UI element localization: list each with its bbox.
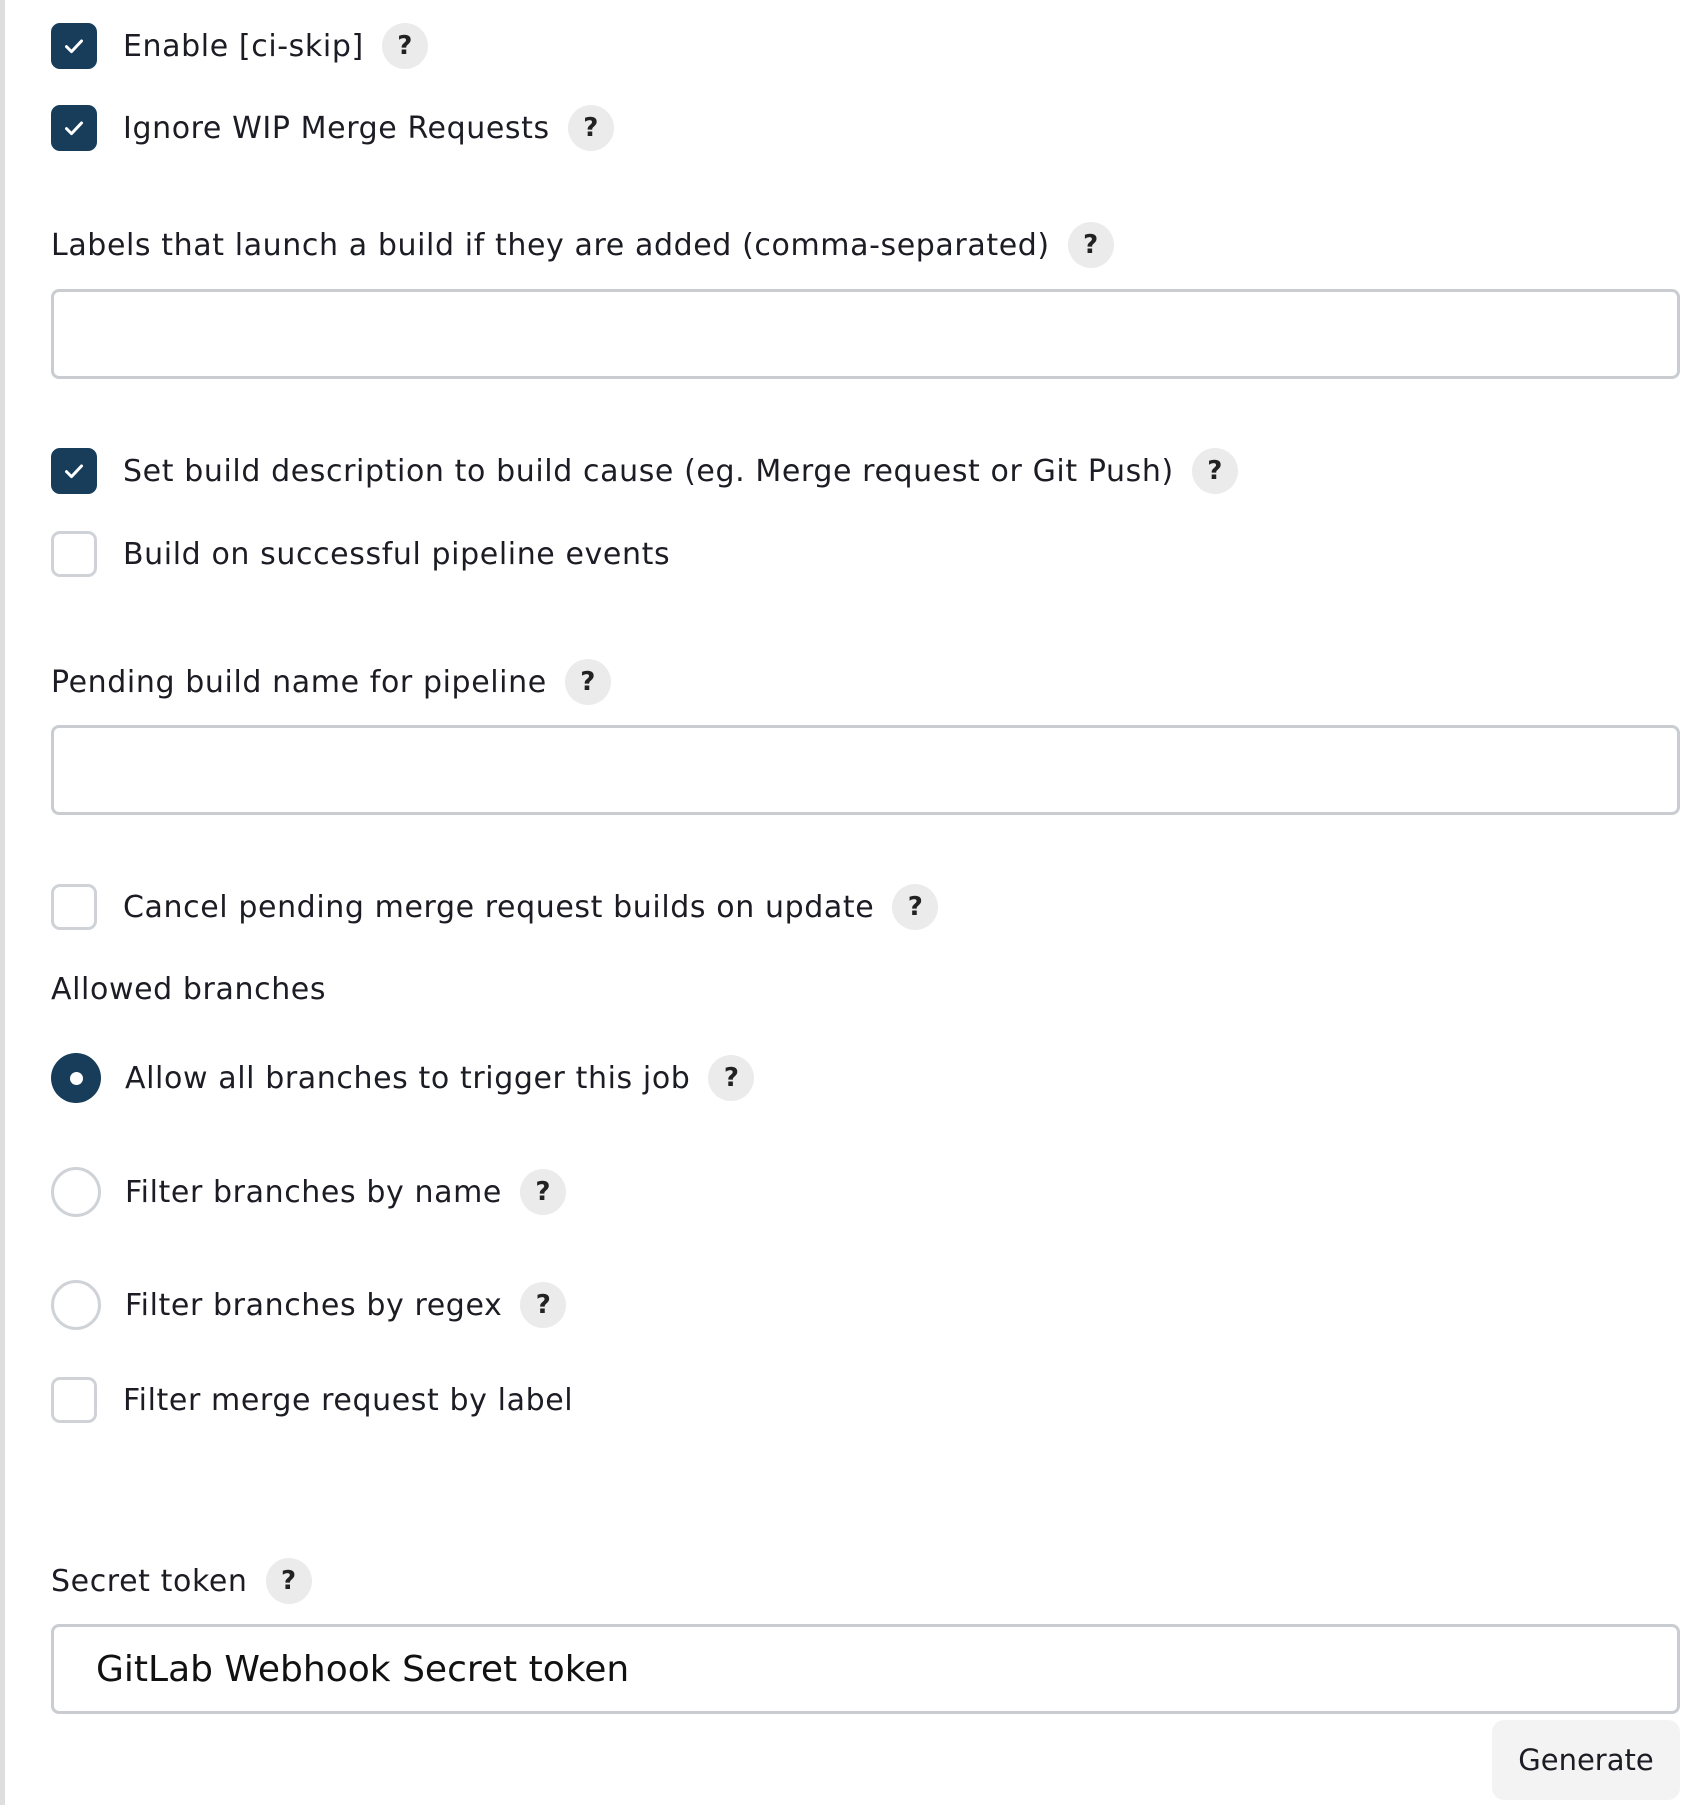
- set-description-checkbox[interactable]: [51, 448, 97, 494]
- pending-build-field-label: Pending build name for pipeline ?: [51, 659, 611, 705]
- left-divider: [0, 0, 5, 1805]
- filter-by-name-help-icon[interactable]: ?: [519, 1169, 566, 1215]
- secret-token-field-label: Secret token ?: [51, 1558, 312, 1604]
- cancel-pending-label: Cancel pending merge request builds on u…: [123, 889, 875, 925]
- labels-field-label: Labels that launch a build if they are a…: [51, 222, 1114, 268]
- branch-option-all: Allow all branches to trigger this job ?: [51, 1053, 755, 1103]
- ignore-wip-label: Ignore WIP Merge Requests: [123, 110, 550, 146]
- secret-token-help-icon[interactable]: ?: [265, 1558, 312, 1604]
- filter-by-label-label: Filter merge request by label: [123, 1382, 574, 1418]
- filter-by-label-option: Filter merge request by label: [51, 1377, 573, 1423]
- checkmark-icon: [65, 121, 83, 136]
- labels-label-text: Labels that launch a build if they are a…: [51, 227, 1050, 263]
- filter-by-name-radio[interactable]: [51, 1167, 101, 1217]
- labels-help-icon[interactable]: ?: [1067, 222, 1114, 268]
- allow-all-branches-help-icon[interactable]: ?: [708, 1055, 755, 1101]
- ci-skip-checkbox[interactable]: [51, 23, 97, 69]
- pending-build-input[interactable]: [51, 725, 1680, 815]
- filter-by-regex-help-icon[interactable]: ?: [520, 1282, 567, 1328]
- filter-by-regex-radio[interactable]: [51, 1280, 101, 1330]
- ignore-wip-help-icon[interactable]: ?: [567, 105, 614, 151]
- allow-all-branches-label: Allow all branches to trigger this job: [125, 1060, 691, 1096]
- checkmark-icon: [65, 39, 83, 54]
- allowed-branches-heading: Allowed branches: [51, 972, 326, 1007]
- ci-skip-option: Enable [ci-skip] ?: [51, 23, 428, 69]
- filter-by-name-label: Filter branches by name: [125, 1174, 502, 1210]
- set-description-label: Set build description to build cause (eg…: [123, 453, 1174, 489]
- allow-all-branches-radio[interactable]: [51, 1053, 101, 1103]
- cancel-pending-option: Cancel pending merge request builds on u…: [51, 884, 939, 930]
- branch-option-name: Filter branches by name ?: [51, 1167, 566, 1217]
- pending-build-label-text: Pending build name for pipeline: [51, 664, 547, 700]
- allowed-branches-title: Allowed branches: [51, 972, 327, 1007]
- pipeline-events-option: Build on successful pipeline events: [51, 531, 670, 577]
- ignore-wip-option: Ignore WIP Merge Requests ?: [51, 105, 614, 151]
- pending-build-help-icon[interactable]: ?: [564, 659, 611, 705]
- set-description-option: Set build description to build cause (eg…: [51, 448, 1238, 494]
- filter-by-regex-label: Filter branches by regex: [125, 1287, 503, 1323]
- checkmark-icon: [65, 464, 83, 479]
- ci-skip-label: Enable [ci-skip]: [123, 28, 364, 64]
- ignore-wip-checkbox[interactable]: [51, 105, 97, 151]
- ci-skip-help-icon[interactable]: ?: [381, 23, 428, 69]
- branch-option-regex: Filter branches by regex ?: [51, 1280, 567, 1330]
- generate-button[interactable]: Generate: [1492, 1720, 1680, 1800]
- pipeline-events-checkbox[interactable]: [51, 531, 97, 577]
- labels-input[interactable]: [51, 289, 1680, 379]
- filter-by-label-checkbox[interactable]: [51, 1377, 97, 1423]
- secret-token-label-text: Secret token: [51, 1563, 248, 1599]
- pipeline-events-label: Build on successful pipeline events: [123, 536, 671, 572]
- cancel-pending-checkbox[interactable]: [51, 884, 97, 930]
- secret-token-input[interactable]: [51, 1624, 1680, 1714]
- cancel-pending-help-icon[interactable]: ?: [892, 884, 939, 930]
- radio-dot: [69, 1071, 83, 1085]
- set-description-help-icon[interactable]: ?: [1191, 448, 1238, 494]
